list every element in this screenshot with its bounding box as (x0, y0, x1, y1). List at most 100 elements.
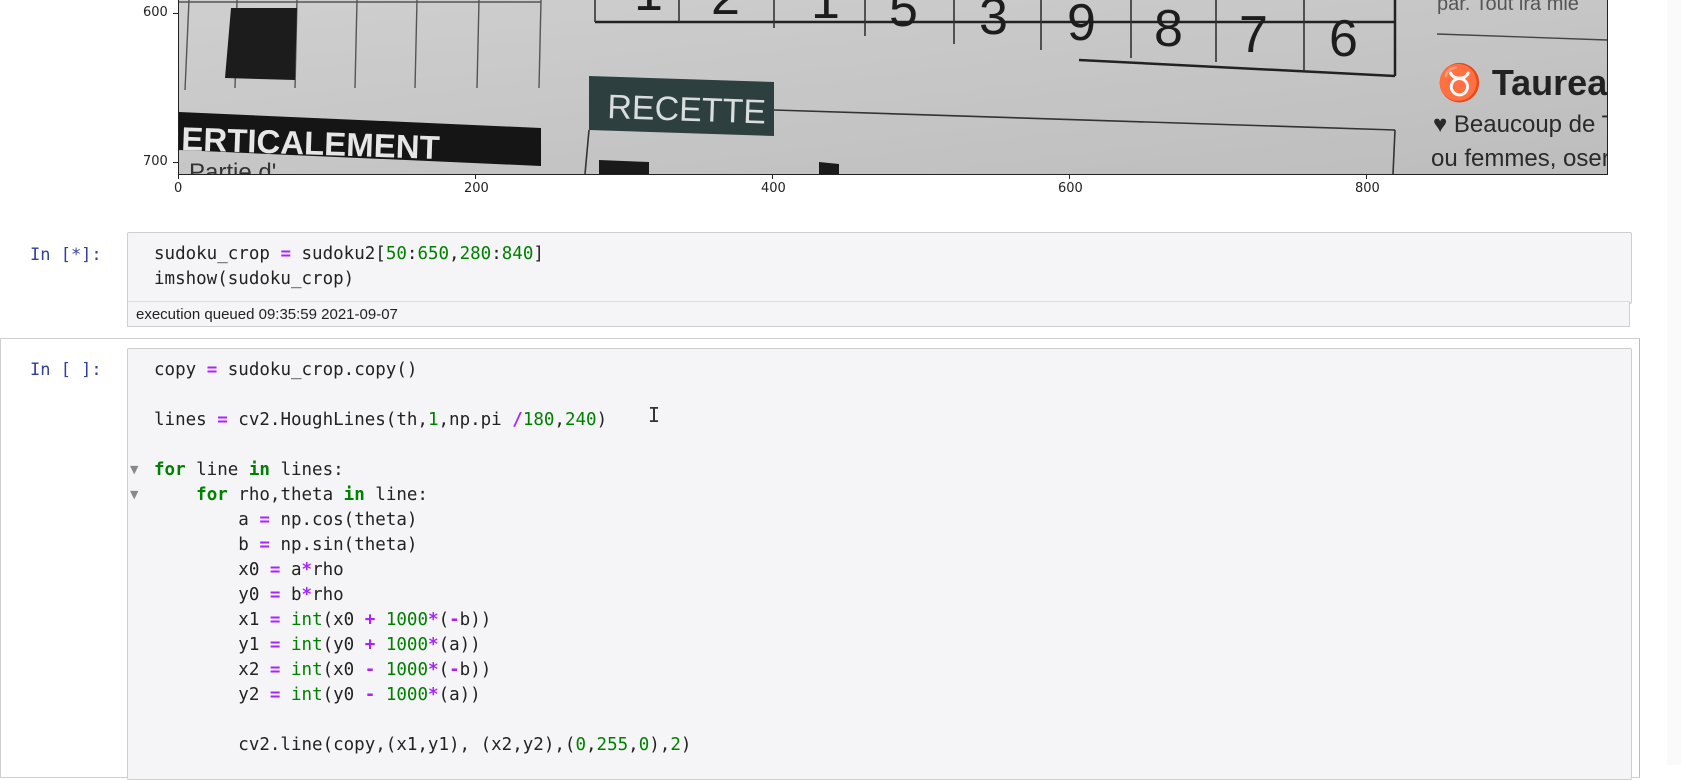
y-tick-label: 600 (143, 5, 168, 20)
code-line[interactable]: x0 = a*rho (154, 558, 343, 583)
code-cell-input[interactable]: copy = sudoku_crop.copy()lines = cv2.Hou… (127, 348, 1632, 780)
code-token: * (428, 660, 439, 680)
code-token: sudoku_crop (154, 244, 281, 264)
code-token: = (217, 410, 228, 430)
x-tick-label: 800 (1355, 181, 1380, 196)
code-token: 1 (427, 410, 439, 430)
photo-recette: RECETTE (607, 88, 767, 132)
code-token: : (491, 244, 502, 264)
code-token: x1 (154, 610, 270, 630)
photo-digit-5: 3 (979, 0, 1008, 46)
code-token: (x0 (322, 660, 365, 680)
execution-status-text: execution queued 09:35:59 2021-09-07 (136, 306, 398, 323)
page-scrollbar[interactable] (1667, 0, 1681, 765)
code-token: line: (364, 485, 428, 505)
code-token: cv2.HoughLines(th, (227, 410, 428, 430)
code-cell-input[interactable]: sudoku_crop = sudoku2[50:650,280:840] im… (127, 232, 1632, 304)
code-line[interactable]: y1 = int(y0 + 1000*(a)) (154, 633, 481, 658)
code-line[interactable]: copy = sudoku_crop.copy() (154, 358, 417, 383)
code-token: 0 (638, 735, 650, 755)
code-token: int (291, 660, 323, 680)
x-tick-mark (1366, 174, 1367, 179)
code-token: for (154, 460, 186, 480)
x-tick-label: 600 (1058, 181, 1083, 196)
code-line[interactable]: x2 = int(x0 - 1000*(-b)) (154, 658, 491, 683)
code-token: ), (649, 735, 671, 755)
photo-digit-4: 5 (889, 0, 918, 38)
code-line[interactable]: sudoku_crop = sudoku2[50:650,280:840] (154, 242, 544, 267)
sudoku-photo: ERTICALEMENT Partie d' 1 2 (179, 0, 1607, 174)
code-line[interactable]: y0 = b*rho (154, 583, 344, 608)
x-tick-mark (475, 174, 476, 179)
code-token: x0 (154, 560, 270, 580)
code-token: - (364, 660, 376, 680)
y-tick-mark (173, 162, 178, 163)
code-token: - (364, 685, 376, 705)
code-token: 255 (596, 735, 629, 755)
code-token: 50 (385, 244, 407, 264)
code-token: ,np.pi (438, 410, 513, 430)
code-token: (y0 (322, 635, 365, 655)
code-token: = (269, 660, 281, 680)
code-token: y2 (154, 685, 270, 705)
cell-prompt: In [*]: (30, 245, 102, 265)
x-tick-mark (178, 174, 179, 179)
code-token: b)) (459, 610, 492, 630)
code-token: * (301, 585, 313, 605)
code-token: rho (312, 585, 344, 605)
code-token: np.cos(theta) (269, 510, 418, 530)
code-token: = (269, 635, 281, 655)
code-token: int (291, 635, 323, 655)
code-token: 1000 (385, 635, 429, 655)
code-line[interactable]: for rho,theta in line: (154, 483, 428, 508)
code-token: 180 (522, 410, 555, 430)
code-line[interactable]: imshow(sudoku_crop) (154, 267, 354, 292)
code-token: : (406, 244, 418, 264)
image-output: ERTICALEMENT Partie d' 1 2 (0, 0, 1681, 205)
cell-prompt: In [ ]: (30, 360, 102, 380)
photo-taureau: ♉ Taureau (1437, 62, 1607, 103)
code-line[interactable]: b = np.sin(theta) (154, 533, 417, 558)
code-line[interactable]: x1 = int(x0 + 1000*(-b)) (154, 608, 491, 633)
fold-toggle-icon[interactable]: ▼ (130, 488, 138, 501)
code-line[interactable]: lines = cv2.HoughLines(th,1,np.pi /180,2… (154, 408, 607, 433)
photo-digit-2: 2 (711, 0, 740, 26)
code-token: rho,theta (227, 485, 344, 505)
code-token: in (343, 485, 365, 505)
code-token: int (291, 685, 323, 705)
code-token: = (269, 585, 281, 605)
code-line[interactable]: y2 = int(y0 - 1000*(a)) (154, 683, 481, 708)
text-cursor-icon: I (648, 403, 661, 427)
x-tick-mark (772, 174, 773, 179)
photo-tout-ira: par. Tout ira mie (1437, 0, 1579, 15)
photo-partie: Partie d' (189, 159, 276, 174)
code-token: int (291, 610, 323, 630)
code-token: sudoku2[ (290, 244, 386, 264)
code-token: y0 (154, 585, 270, 605)
code-token: = (269, 610, 281, 630)
code-token: imshow(sudoku_crop) (154, 269, 355, 289)
code-token: line (185, 460, 249, 480)
code-token: for (196, 485, 228, 505)
photo-digit-7: 8 (1154, 0, 1183, 58)
code-token: (x0 (322, 610, 365, 630)
x-tick-label: 200 (464, 181, 489, 196)
code-line[interactable]: for line in lines: (154, 458, 344, 483)
code-token: np.sin(theta) (269, 535, 418, 555)
fold-toggle-icon[interactable]: ▼ (130, 463, 138, 476)
code-token: (a)) (438, 635, 481, 655)
code-token: ] (533, 244, 544, 264)
code-token: = (269, 560, 281, 580)
code-token: (a)) (438, 685, 481, 705)
code-line[interactable]: cv2.line(copy,(x1,y1), (x2,y2),(0,255,0)… (154, 733, 691, 758)
photo-digit-8: 7 (1239, 6, 1268, 64)
code-token: x2 (154, 660, 270, 680)
code-line[interactable]: a = np.cos(theta) (154, 508, 417, 533)
